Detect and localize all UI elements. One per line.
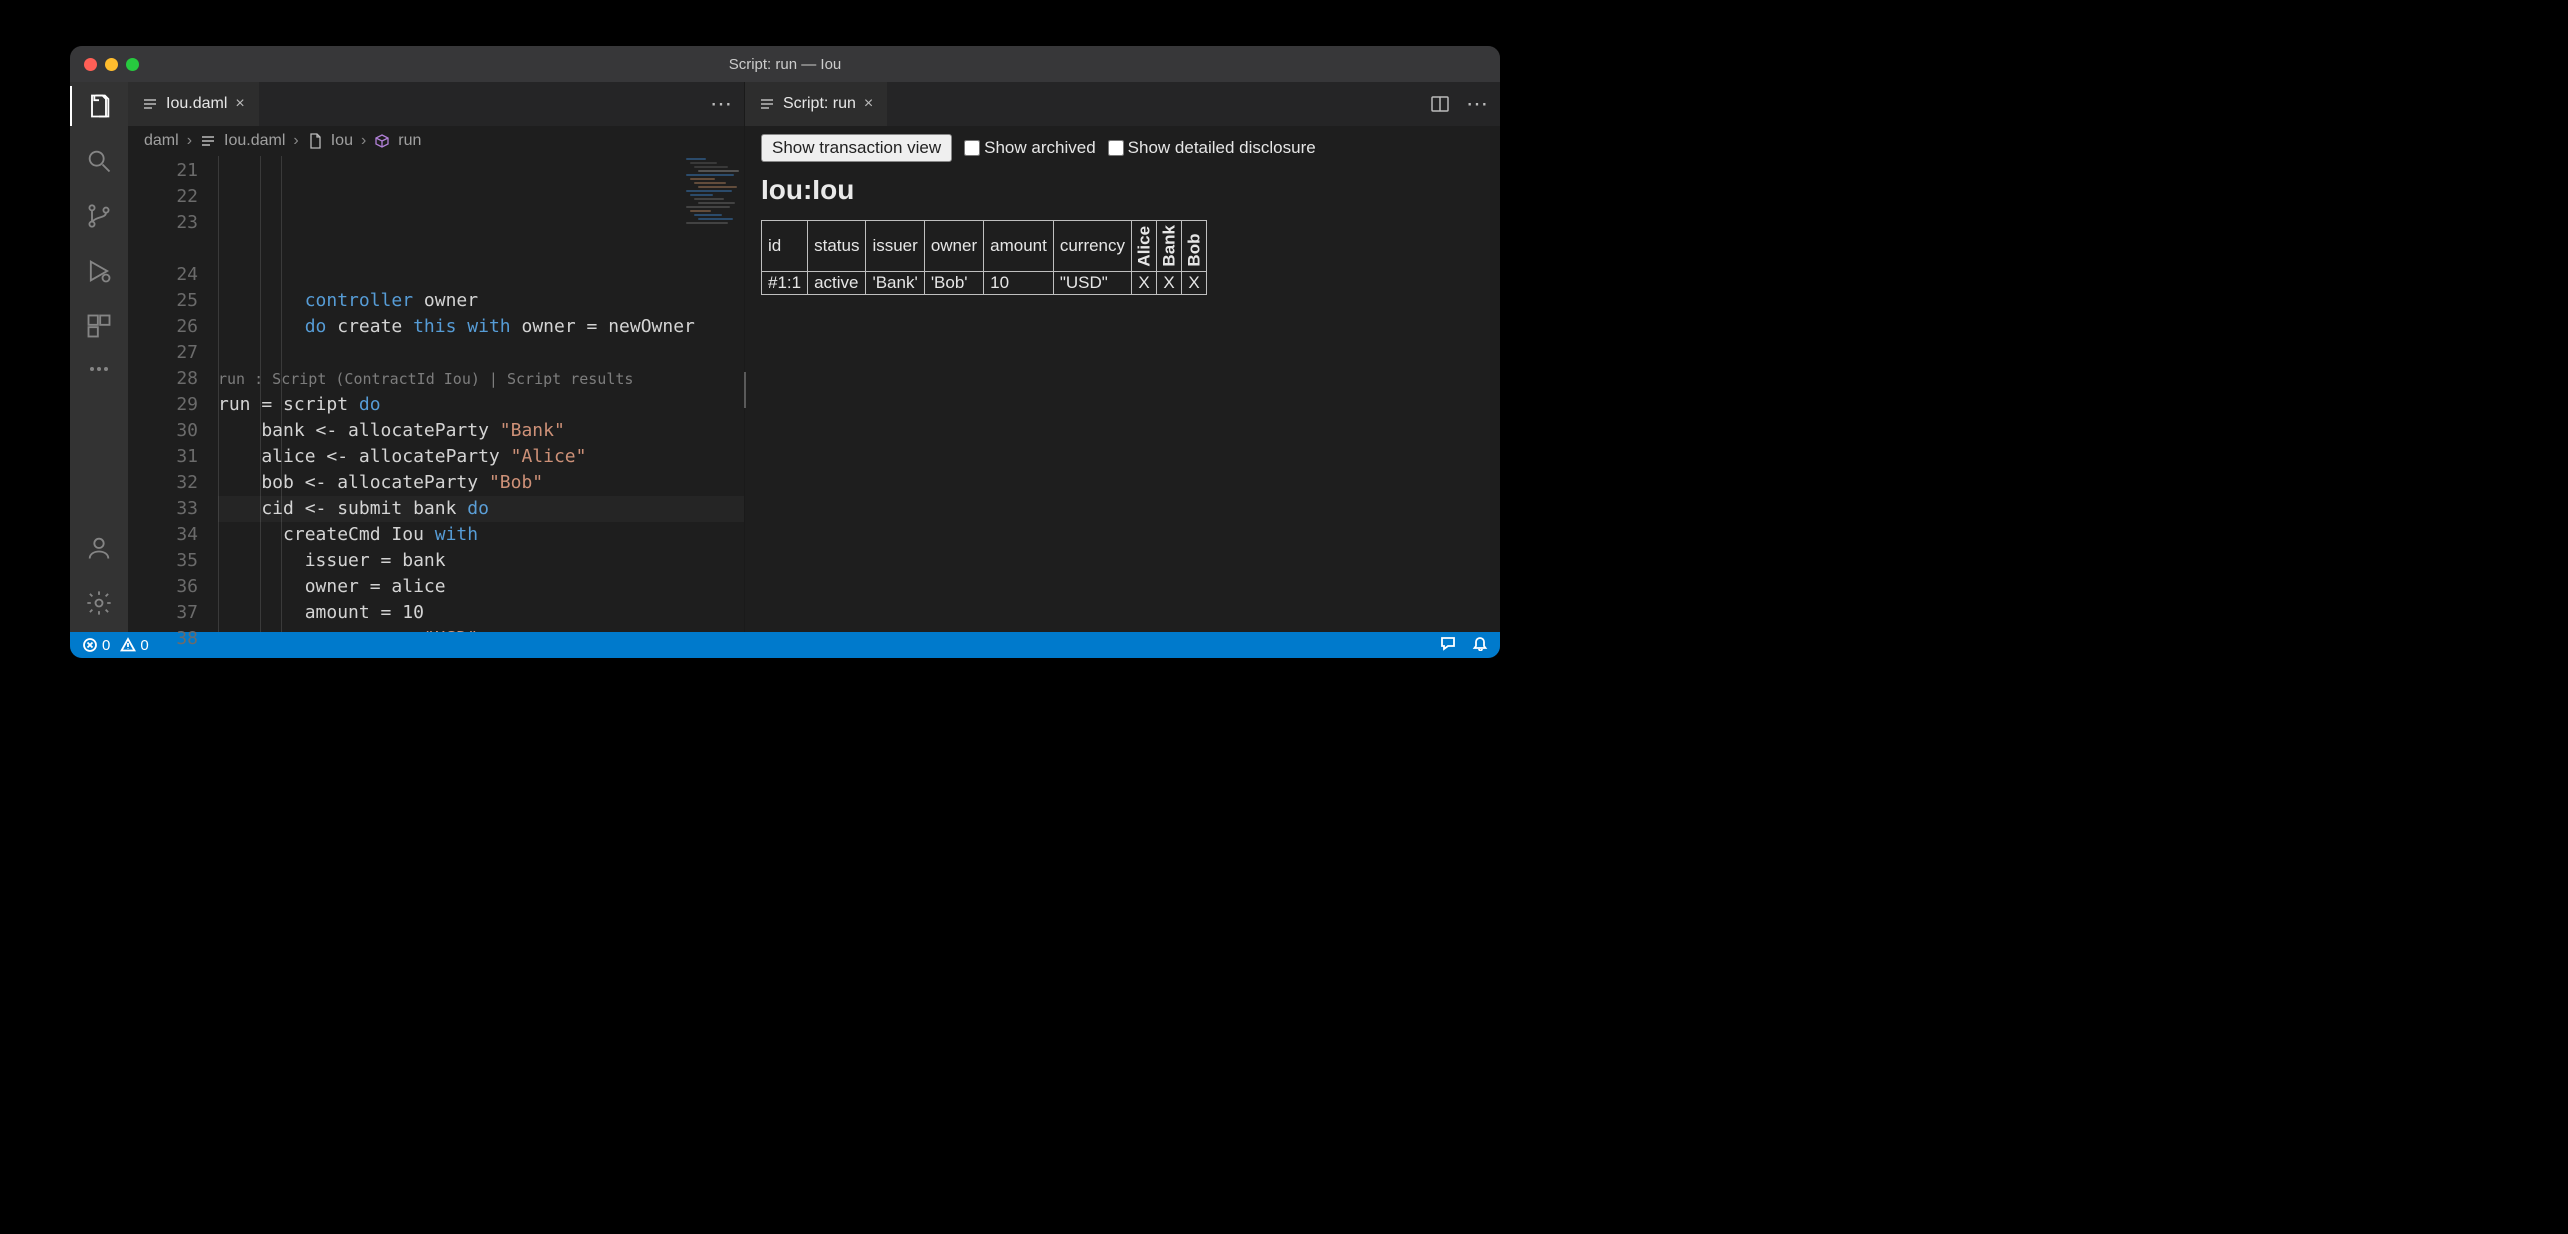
script-result-panel: Show transaction view Show archived Show… (745, 126, 1500, 632)
status-feedback[interactable] (1440, 635, 1456, 655)
breadcrumb-item[interactable]: run (398, 132, 421, 150)
result-table: idstatusissuerowneramountcurrencyAliceBa… (761, 220, 1207, 295)
show-detailed-disclosure-toggle[interactable]: Show detailed disclosure (1108, 138, 1316, 158)
search-icon (85, 147, 113, 175)
editor-group-left: Iou.daml × ⋯ daml › Iou.daml › Iou › (128, 82, 745, 632)
files-icon (85, 92, 113, 120)
table-cell: active (808, 271, 866, 294)
tab-label: Iou.daml (166, 95, 227, 113)
activity-bar (70, 82, 128, 632)
result-heading: Iou:Iou (761, 174, 1484, 206)
table-header: status (808, 221, 866, 272)
breadcrumb[interactable]: daml › Iou.daml › Iou › run (128, 126, 744, 156)
code-content[interactable]: controller owner do create this with own… (218, 156, 744, 632)
table-header-party: Bob (1182, 221, 1207, 272)
table-cell: 'Bank' (866, 271, 924, 294)
table-cell-party: X (1157, 271, 1182, 294)
activity-search[interactable] (85, 147, 113, 180)
show-archived-toggle[interactable]: Show archived (964, 138, 1096, 158)
window-title: Script: run — Iou (70, 56, 1500, 73)
status-errors[interactable]: 0 (82, 637, 110, 654)
tab-close-button[interactable]: × (864, 95, 873, 113)
checkbox-label: Show detailed disclosure (1128, 138, 1316, 158)
status-notifications[interactable] (1472, 635, 1488, 655)
breadcrumb-item[interactable]: Iou (331, 132, 353, 150)
activity-account[interactable] (85, 534, 113, 567)
app-window: Script: run — Iou (70, 46, 1500, 658)
table-header: id (762, 221, 808, 272)
table-cell-party: X (1132, 271, 1157, 294)
cube-icon (374, 132, 390, 150)
tabs-right: Script: run × ⋯ (745, 82, 1500, 126)
table-header: amount (984, 221, 1054, 272)
activity-run-debug[interactable] (85, 257, 113, 290)
table-cell: #1:1 (762, 271, 808, 294)
code-lens[interactable]: run : Script (ContractId Iou) | Script r… (218, 366, 744, 392)
tabs-left: Iou.daml × ⋯ (128, 82, 744, 126)
table-cell-party: X (1182, 271, 1207, 294)
feedback-icon (1440, 635, 1456, 651)
table-cell: 10 (984, 271, 1054, 294)
tab-script-run[interactable]: Script: run × (745, 82, 887, 126)
table-cell: "USD" (1053, 271, 1131, 294)
gear-icon (85, 589, 113, 617)
gutter: 212223242526272829303132333435363738 (128, 156, 218, 632)
minimap[interactable] (684, 156, 740, 256)
play-bug-icon (85, 257, 113, 285)
branch-icon (85, 202, 113, 230)
table-header: currency (1053, 221, 1131, 272)
ellipsis-icon (90, 367, 108, 371)
list-icon (200, 132, 216, 150)
window-zoom-button[interactable] (126, 58, 139, 71)
extensions-icon (85, 312, 113, 340)
chevron-right-icon: › (187, 132, 192, 150)
table-header-party: Alice (1132, 221, 1157, 272)
table-cell: 'Bob' (924, 271, 983, 294)
show-transaction-view-button[interactable]: Show transaction view (761, 134, 952, 162)
status-bar: 0 0 (70, 632, 1500, 658)
table-row: #1:1active'Bank''Bob'10"USD"XXX (762, 271, 1207, 294)
split-handle[interactable] (741, 372, 749, 408)
breadcrumb-item[interactable]: daml (144, 132, 179, 150)
activity-settings[interactable] (85, 589, 113, 622)
checkbox-label: Show archived (984, 138, 1096, 158)
activity-more[interactable] (90, 367, 108, 371)
show-archived-checkbox[interactable] (964, 140, 980, 156)
window-close-button[interactable] (84, 58, 97, 71)
code-editor[interactable]: 212223242526272829303132333435363738 con… (128, 156, 744, 632)
list-icon (142, 96, 158, 112)
chevron-right-icon: › (293, 132, 298, 150)
error-icon (82, 637, 98, 653)
preview-icon (759, 96, 775, 112)
window-minimize-button[interactable] (105, 58, 118, 71)
tab-close-button[interactable]: × (235, 95, 244, 113)
account-icon (85, 534, 113, 562)
tab-label: Script: run (783, 95, 856, 113)
table-header: issuer (866, 221, 924, 272)
editor-group-right: Script: run × ⋯ Show transaction view (745, 82, 1500, 632)
activity-extensions[interactable] (85, 312, 113, 345)
tab-iou-daml[interactable]: Iou.daml × (128, 82, 259, 126)
split-editor-button[interactable] (1430, 94, 1450, 114)
show-detailed-disclosure-checkbox[interactable] (1108, 140, 1124, 156)
error-count: 0 (102, 637, 110, 654)
editor-actions-more[interactable]: ⋯ (710, 93, 732, 115)
bell-icon (1472, 635, 1488, 651)
activity-source-control[interactable] (85, 202, 113, 235)
breadcrumb-item[interactable]: Iou.daml (224, 132, 285, 150)
table-header: owner (924, 221, 983, 272)
activity-explorer[interactable] (85, 92, 113, 125)
titlebar: Script: run — Iou (70, 46, 1500, 82)
file-icon (307, 132, 323, 150)
table-header-party: Bank (1157, 221, 1182, 272)
editor-actions-more[interactable]: ⋯ (1466, 93, 1488, 115)
chevron-right-icon: › (361, 132, 366, 150)
traffic-lights (84, 58, 139, 71)
